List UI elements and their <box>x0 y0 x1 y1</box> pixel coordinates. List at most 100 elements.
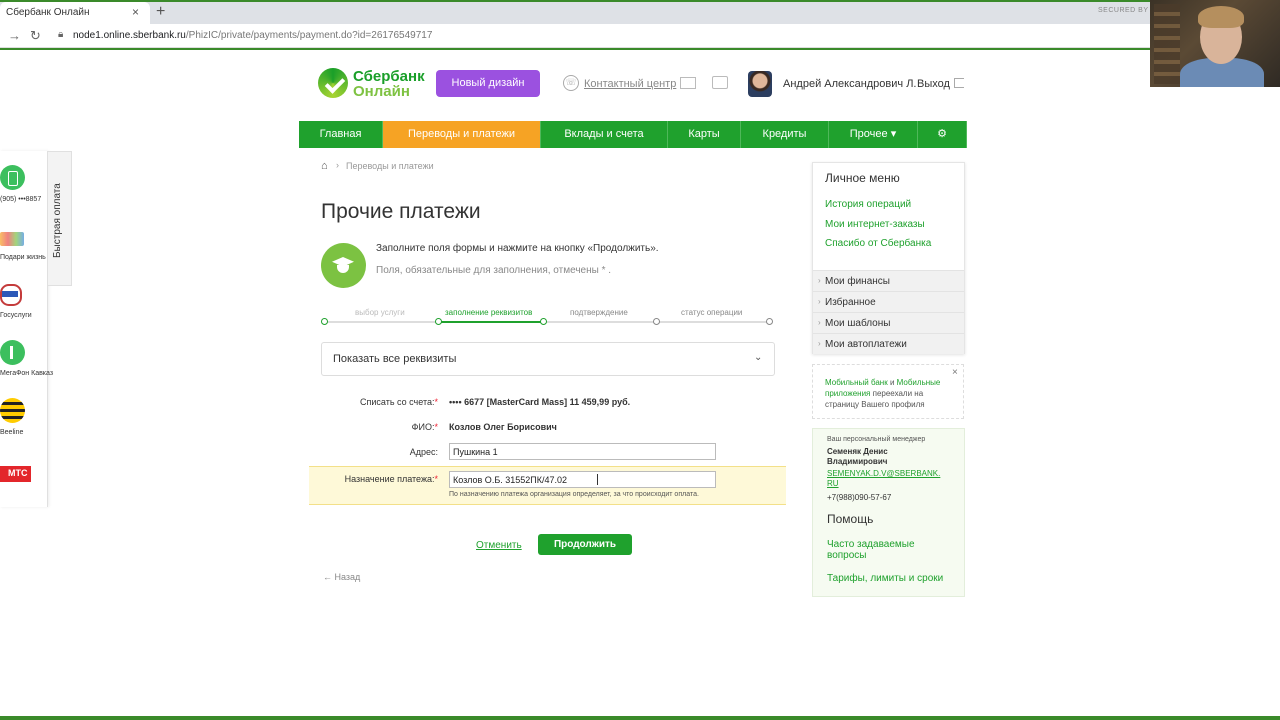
logo-subtitle[interactable]: Онлайн <box>353 83 410 100</box>
reload-icon[interactable]: ↻ <box>30 28 41 44</box>
nav-item-0[interactable]: Главная <box>299 121 383 148</box>
quick-pay-tab-label[interactable]: Быстрая оплата <box>52 183 63 258</box>
megafon-logo-icon[interactable] <box>0 340 25 365</box>
nav-item-5[interactable]: Прочее ▾ <box>829 121 918 148</box>
sidebar-item-label: Избранное <box>825 297 876 308</box>
page-top-border <box>0 48 1280 50</box>
secured-badge: SECURED BY <box>1098 7 1149 14</box>
sidebar-link-spasibo[interactable]: Спасибо от Сбербанка <box>825 238 931 249</box>
manager-email-link[interactable]: RU <box>827 479 839 488</box>
step-label: статус операции <box>681 308 743 317</box>
phone-icon[interactable]: ☏ <box>563 75 579 91</box>
nav-item-2[interactable]: Вклады и счета <box>541 121 668 148</box>
browser-tab-bar: Сбербанк Онлайн × + SECURED BY <box>0 0 1280 24</box>
show-all-details-toggle[interactable]: Показать все реквизиты ⌄ <box>321 342 775 376</box>
new-design-button[interactable]: Новый дизайн <box>436 70 540 97</box>
url-field[interactable]: node1.online.sberbank.ru/PhizIC/private/… <box>73 30 432 41</box>
sidebar-link-history[interactable]: История операций <box>825 199 911 210</box>
manager-name: Семеняк Денис <box>827 447 888 456</box>
quick-pay-item-phone[interactable]: (905) •••8857 <box>0 196 41 203</box>
sidebar-item-finances[interactable]: › Мои финансы <box>813 270 964 291</box>
quick-pay-panel <box>0 151 48 507</box>
address-input[interactable] <box>449 443 716 460</box>
new-tab-icon[interactable]: + <box>156 3 165 21</box>
sidebar-item-favorites[interactable]: › Избранное <box>813 291 964 312</box>
required-hint: Поля, обязательные для заполнения, отмеч… <box>376 265 612 276</box>
breadcrumb-current[interactable]: Переводы и платежи <box>346 161 434 171</box>
quick-pay-item-megafon[interactable]: МегаФон Кавказ <box>0 370 53 377</box>
webcam-overlay <box>1150 0 1280 87</box>
sidebar-item-label: Мои финансы <box>825 276 890 287</box>
bullet-icon: › <box>818 297 821 306</box>
faq-link[interactable]: Часто задаваемые <box>827 539 915 550</box>
quick-pay-item-beeline[interactable]: Beeline <box>0 429 23 436</box>
lock-icon: 🔒︎ <box>58 29 64 40</box>
mobile-bank-link[interactable]: Мобильный банк <box>825 378 888 387</box>
gosuslugi-logo-stripe <box>2 291 18 297</box>
page-bottom-border <box>0 716 1280 720</box>
person-hair-shape <box>1198 6 1244 28</box>
avatar[interactable] <box>748 71 772 97</box>
sidebar-item-label: Мои автоплатежи <box>825 339 907 350</box>
manager-caption: Ваш персональный менеджер <box>827 436 926 443</box>
address-label: Адрес: <box>409 447 438 457</box>
breadcrumb-separator: › <box>336 160 339 170</box>
account-label: Списать со счета:* <box>298 397 438 407</box>
tariffs-link[interactable]: Тарифы, лимиты и сроки <box>827 573 943 584</box>
account-label-text: Списать со счета: <box>360 397 435 407</box>
sidebar-item-templates[interactable]: › Мои шаблоны <box>813 312 964 333</box>
bullet-icon: › <box>818 339 821 348</box>
sidebar-link-orders[interactable]: Мои интернет-заказы <box>825 219 925 230</box>
payment-purpose-input[interactable] <box>449 471 716 488</box>
step-dot <box>766 318 773 325</box>
logout-icon[interactable] <box>954 78 964 88</box>
notice-text: и <box>887 378 897 387</box>
cancel-link[interactable]: Отменить <box>476 540 522 551</box>
quick-pay-item-gosuslugi[interactable]: Госуслуги <box>0 312 32 319</box>
quick-pay-item-charity[interactable]: Подари жизнь <box>0 254 46 261</box>
bullet-icon: › <box>818 276 821 285</box>
step-dot <box>435 318 442 325</box>
mail-icon[interactable] <box>680 77 696 89</box>
purpose-label-text: Назначение платежа: <box>344 474 435 484</box>
user-name[interactable]: Андрей Александрович Л. <box>783 78 916 90</box>
continue-button[interactable]: Продолжить <box>538 534 632 555</box>
contact-center-link[interactable]: Контактный центр <box>584 78 676 90</box>
chevron-down-icon: ⌄ <box>754 352 763 363</box>
mobile-phone-icon[interactable] <box>0 165 25 190</box>
bookshelf-shape <box>1154 4 1180 84</box>
required-mark: * <box>434 397 438 407</box>
podari-zhizn-logo-icon[interactable] <box>0 232 24 246</box>
mobile-notice-text: Мобильный банк и Мобильные приложения пе… <box>825 377 955 410</box>
help-title: Помощь <box>827 512 874 526</box>
nav-item-3[interactable]: Карты <box>668 121 741 148</box>
back-link[interactable]: ← Назад <box>323 572 360 582</box>
manager-email-link[interactable]: SEMENYAK.D.V@SBERBANK. <box>827 469 940 478</box>
beeline-logo-icon[interactable] <box>0 398 25 423</box>
chat-icon[interactable] <box>712 76 728 89</box>
nav-item-6[interactable]: ⚙ <box>918 121 967 148</box>
url-host: node1.online.sberbank.ru <box>73 30 186 41</box>
text-cursor-icon <box>597 474 598 485</box>
purpose-label: Назначение платежа:* <box>298 474 438 484</box>
tab-title: Сбербанк Онлайн <box>6 7 90 18</box>
nav-item-1[interactable]: Переводы и платежи <box>383 121 541 148</box>
home-icon[interactable]: ⌂ <box>321 160 328 172</box>
account-value: •••• 6677 [MasterCard Mass] 11 459,99 ру… <box>449 397 631 407</box>
steps-track-active <box>438 321 544 323</box>
browser-tab[interactable]: Сбербанк Онлайн × <box>0 2 150 24</box>
close-icon[interactable]: × <box>132 5 139 19</box>
faq-link[interactable]: вопросы <box>827 550 867 561</box>
sidebar-item-autopayments[interactable]: › Мои автоплатежи <box>813 333 964 354</box>
manager-phone: +7(988)090-57-67 <box>827 493 892 502</box>
forward-arrow-icon[interactable]: → <box>8 28 21 43</box>
step-dot <box>321 318 328 325</box>
fio-label-text: ФИО: <box>411 422 435 432</box>
mts-logo-icon[interactable]: МТС <box>0 466 31 482</box>
sberbank-logo-icon[interactable] <box>318 68 348 98</box>
nav-item-4[interactable]: Кредиты <box>741 121 829 148</box>
logout-link[interactable]: Выход <box>917 78 950 90</box>
sidebar-item-label: Мои шаблоны <box>825 318 891 329</box>
steps-track <box>324 321 770 323</box>
show-all-label: Показать все реквизиты <box>333 353 457 365</box>
